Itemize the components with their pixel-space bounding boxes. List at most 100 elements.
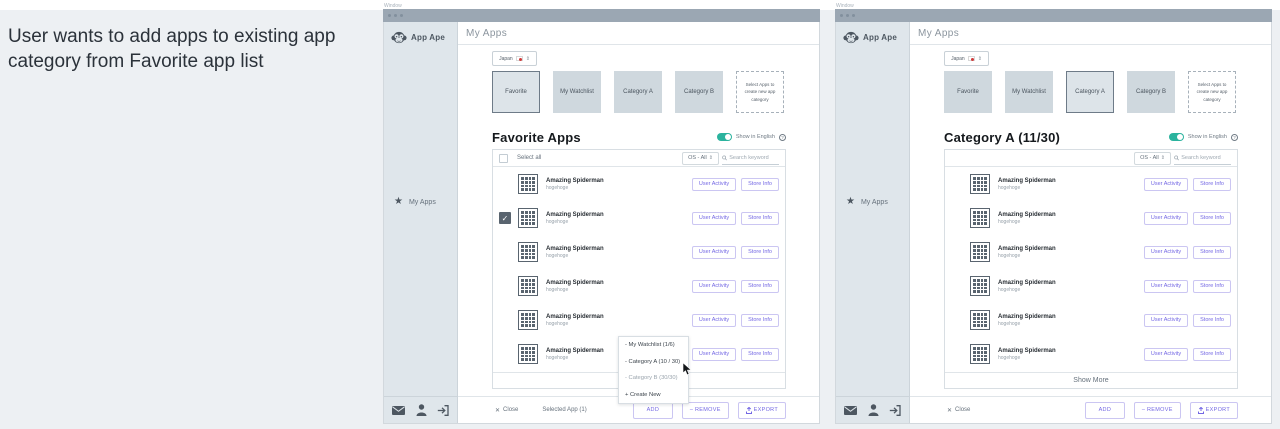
language-toggle[interactable] <box>716 133 732 141</box>
app-table: OS - All ⇕ Search keyword Amazing Spider… <box>944 149 1238 389</box>
os-filter-select[interactable]: OS - All ⇕ <box>1134 151 1171 165</box>
search-icon <box>1174 155 1180 160</box>
store-info-button[interactable]: Store Info <box>741 279 779 293</box>
language-toggle[interactable] <box>1168 133 1184 141</box>
tab-category-b[interactable]: Category B <box>1127 71 1175 113</box>
show-more-button[interactable]: Show More <box>945 372 1237 388</box>
store-info-button[interactable]: Store Info <box>741 313 779 327</box>
user-activity-button[interactable]: User Activity <box>691 313 737 327</box>
app-publisher: hogehoge <box>998 252 1021 259</box>
store-info-button[interactable]: Store Info <box>1193 177 1231 191</box>
select-all-label: Select all <box>517 155 542 161</box>
export-button[interactable]: EXPORT <box>737 401 786 419</box>
remove-button[interactable]: – REMOVE <box>1133 401 1181 419</box>
app-row: Amazing Spiderman hogehoge User Activity… <box>493 167 785 201</box>
logout-icon[interactable] <box>437 404 449 416</box>
search-input[interactable] <box>729 154 779 161</box>
app-grid-icon <box>970 242 990 262</box>
country-select[interactable]: Japan ⇕ <box>944 51 989 66</box>
window-control-dot[interactable] <box>852 14 855 17</box>
menu-item-category-b[interactable]: - Category B (30/30) <box>619 370 688 387</box>
app-publisher: hogehoge <box>546 286 569 293</box>
app-window-category-a: Window App Ape ★ My Apps My Apps Japan ⇕… <box>835 3 1272 424</box>
store-info-button[interactable]: Store Info <box>1193 313 1231 327</box>
user-activity-button[interactable]: User Activity <box>691 279 737 293</box>
user-activity-button[interactable]: User Activity <box>1143 211 1189 225</box>
logout-icon[interactable] <box>889 404 901 416</box>
menu-item-my-watchlist[interactable]: - My Watchlist (1/6) <box>619 337 688 354</box>
app-publisher: hogehoge <box>546 252 569 259</box>
select-all-checkbox[interactable] <box>499 153 508 163</box>
mail-icon[interactable] <box>392 405 405 415</box>
star-icon: ★ <box>394 196 403 207</box>
store-info-button[interactable]: Store Info <box>741 177 779 191</box>
window-control-dot[interactable] <box>400 14 403 17</box>
window-control-dot[interactable] <box>394 14 397 17</box>
app-grid-icon <box>518 310 538 330</box>
close-icon: ✕ <box>495 407 501 414</box>
store-info-button[interactable]: Store Info <box>741 211 779 225</box>
user-activity-button[interactable]: User Activity <box>1143 347 1189 361</box>
user-activity-button[interactable]: User Activity <box>691 177 737 191</box>
close-button[interactable]: ✕ Close <box>947 407 970 414</box>
brand-name: App Ape <box>863 33 897 42</box>
user-activity-button[interactable]: User Activity <box>1143 245 1189 259</box>
brand[interactable]: App Ape <box>384 22 457 44</box>
sidebar-item-my-apps[interactable]: ★ My Apps <box>394 196 436 207</box>
create-category-box[interactable]: Select Apps to create new app category <box>1188 71 1236 113</box>
country-select[interactable]: Japan ⇕ <box>492 51 537 66</box>
sidebar-item-my-apps[interactable]: ★ My Apps <box>846 196 888 207</box>
app-name: Amazing Spiderman <box>998 347 1056 354</box>
menu-item-category-a[interactable]: - Category A (10 / 30) <box>619 354 688 371</box>
store-info-button[interactable]: Store Info <box>1193 245 1231 259</box>
user-activity-button[interactable]: User Activity <box>691 211 737 225</box>
app-grid-icon <box>970 344 990 364</box>
add-button[interactable]: ADD <box>1084 401 1125 419</box>
tab-favorite[interactable]: Favorite <box>944 71 992 113</box>
tab-category-a[interactable]: Category A <box>614 71 662 113</box>
window-control-dot[interactable] <box>388 14 391 17</box>
tab-my-watchlist[interactable]: My Watchlist <box>553 71 601 113</box>
remove-button[interactable]: – REMOVE <box>681 401 729 419</box>
create-category-box[interactable]: Select Apps to create new app category <box>736 71 784 113</box>
user-activity-button[interactable]: User Activity <box>1143 279 1189 293</box>
export-icon <box>1197 406 1204 414</box>
os-filter-select[interactable]: OS - All ⇕ <box>682 151 719 165</box>
window-control-dot[interactable] <box>846 14 849 17</box>
user-activity-button[interactable]: User Activity <box>691 347 737 361</box>
app-publisher: hogehoge <box>546 184 569 191</box>
app-publisher: hogehoge <box>546 218 569 225</box>
language-toggle-label: Show in English <box>735 134 775 140</box>
row-checkbox-checked[interactable]: ✓ <box>499 212 511 224</box>
star-icon: ★ <box>846 196 855 207</box>
user-activity-button[interactable]: User Activity <box>1143 177 1189 191</box>
search-input[interactable] <box>1181 154 1231 161</box>
window-control-dot[interactable] <box>840 14 843 17</box>
store-info-button[interactable]: Store Info <box>1193 347 1231 361</box>
menu-item-create-new[interactable]: + Create New <box>619 387 688 404</box>
app-name: Amazing Spiderman <box>998 211 1056 218</box>
tab-favorite[interactable]: Favorite <box>492 71 540 113</box>
export-button[interactable]: EXPORT <box>1189 401 1238 419</box>
user-activity-button[interactable]: User Activity <box>691 245 737 259</box>
tab-category-b[interactable]: Category B <box>675 71 723 113</box>
help-icon[interactable]: ? <box>1231 133 1238 141</box>
close-icon: ✕ <box>947 407 953 414</box>
add-button[interactable]: ADD <box>632 401 673 419</box>
app-row: Amazing Spiderman hogehoge User Activity… <box>493 303 785 337</box>
search-icon <box>722 155 728 160</box>
store-info-button[interactable]: Store Info <box>1193 279 1231 293</box>
user-activity-button[interactable]: User Activity <box>1143 313 1189 327</box>
user-icon[interactable] <box>868 404 879 416</box>
tab-category-a[interactable]: Category A <box>1066 71 1114 113</box>
help-icon[interactable]: ? <box>779 133 786 141</box>
store-info-button[interactable]: Store Info <box>1193 211 1231 225</box>
table-header: Select all OS - All ⇕ <box>493 150 785 167</box>
store-info-button[interactable]: Store Info <box>741 245 779 259</box>
user-icon[interactable] <box>416 404 427 416</box>
tab-my-watchlist[interactable]: My Watchlist <box>1005 71 1053 113</box>
mail-icon[interactable] <box>844 405 857 415</box>
close-button[interactable]: ✕ Close <box>495 407 518 414</box>
brand[interactable]: App Ape <box>836 22 909 44</box>
store-info-button[interactable]: Store Info <box>741 347 779 361</box>
